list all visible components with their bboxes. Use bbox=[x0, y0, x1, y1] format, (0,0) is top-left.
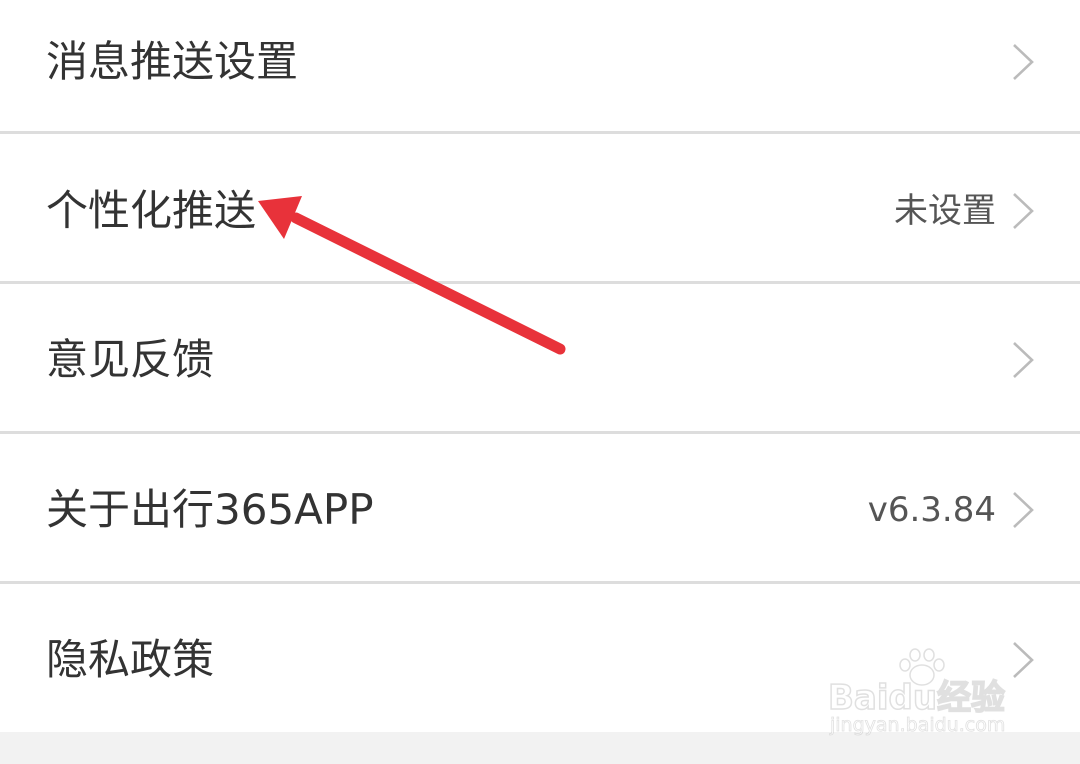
chevron-right-icon bbox=[1013, 44, 1034, 80]
watermark-brand: Baidu经验 bbox=[827, 677, 1006, 719]
settings-list: 消息推送设置 个性化推送 未设置 意见反馈 关于出行365APP v6.3.84… bbox=[0, 0, 1080, 734]
chevron-right-icon bbox=[1013, 342, 1034, 378]
divider bbox=[0, 281, 1080, 284]
divider bbox=[0, 581, 1080, 584]
row-label: 隐私政策 bbox=[46, 635, 215, 684]
settings-row-personalized-push[interactable]: 个性化推送 未设置 bbox=[0, 137, 1080, 285]
row-value: 未设置 bbox=[894, 191, 996, 231]
settings-row-push-settings[interactable]: 消息推送设置 bbox=[0, 0, 1080, 136]
settings-row-feedback[interactable]: 意见反馈 bbox=[0, 286, 1080, 434]
settings-row-about-app[interactable]: 关于出行365APP v6.3.84 bbox=[0, 436, 1080, 584]
row-label: 关于出行365APP bbox=[46, 485, 374, 534]
row-value: v6.3.84 bbox=[867, 490, 996, 530]
row-label: 意见反馈 bbox=[46, 335, 215, 384]
baidu-watermark: Baidu经验 jingyan.baidu.com bbox=[827, 648, 1028, 744]
divider bbox=[0, 131, 1080, 134]
chevron-right-icon bbox=[1013, 193, 1034, 229]
row-label: 消息推送设置 bbox=[46, 37, 299, 86]
chevron-right-icon bbox=[1013, 492, 1034, 528]
watermark-url: jingyan.baidu.com bbox=[830, 714, 1006, 737]
divider bbox=[0, 431, 1080, 434]
row-label: 个性化推送 bbox=[46, 186, 257, 235]
